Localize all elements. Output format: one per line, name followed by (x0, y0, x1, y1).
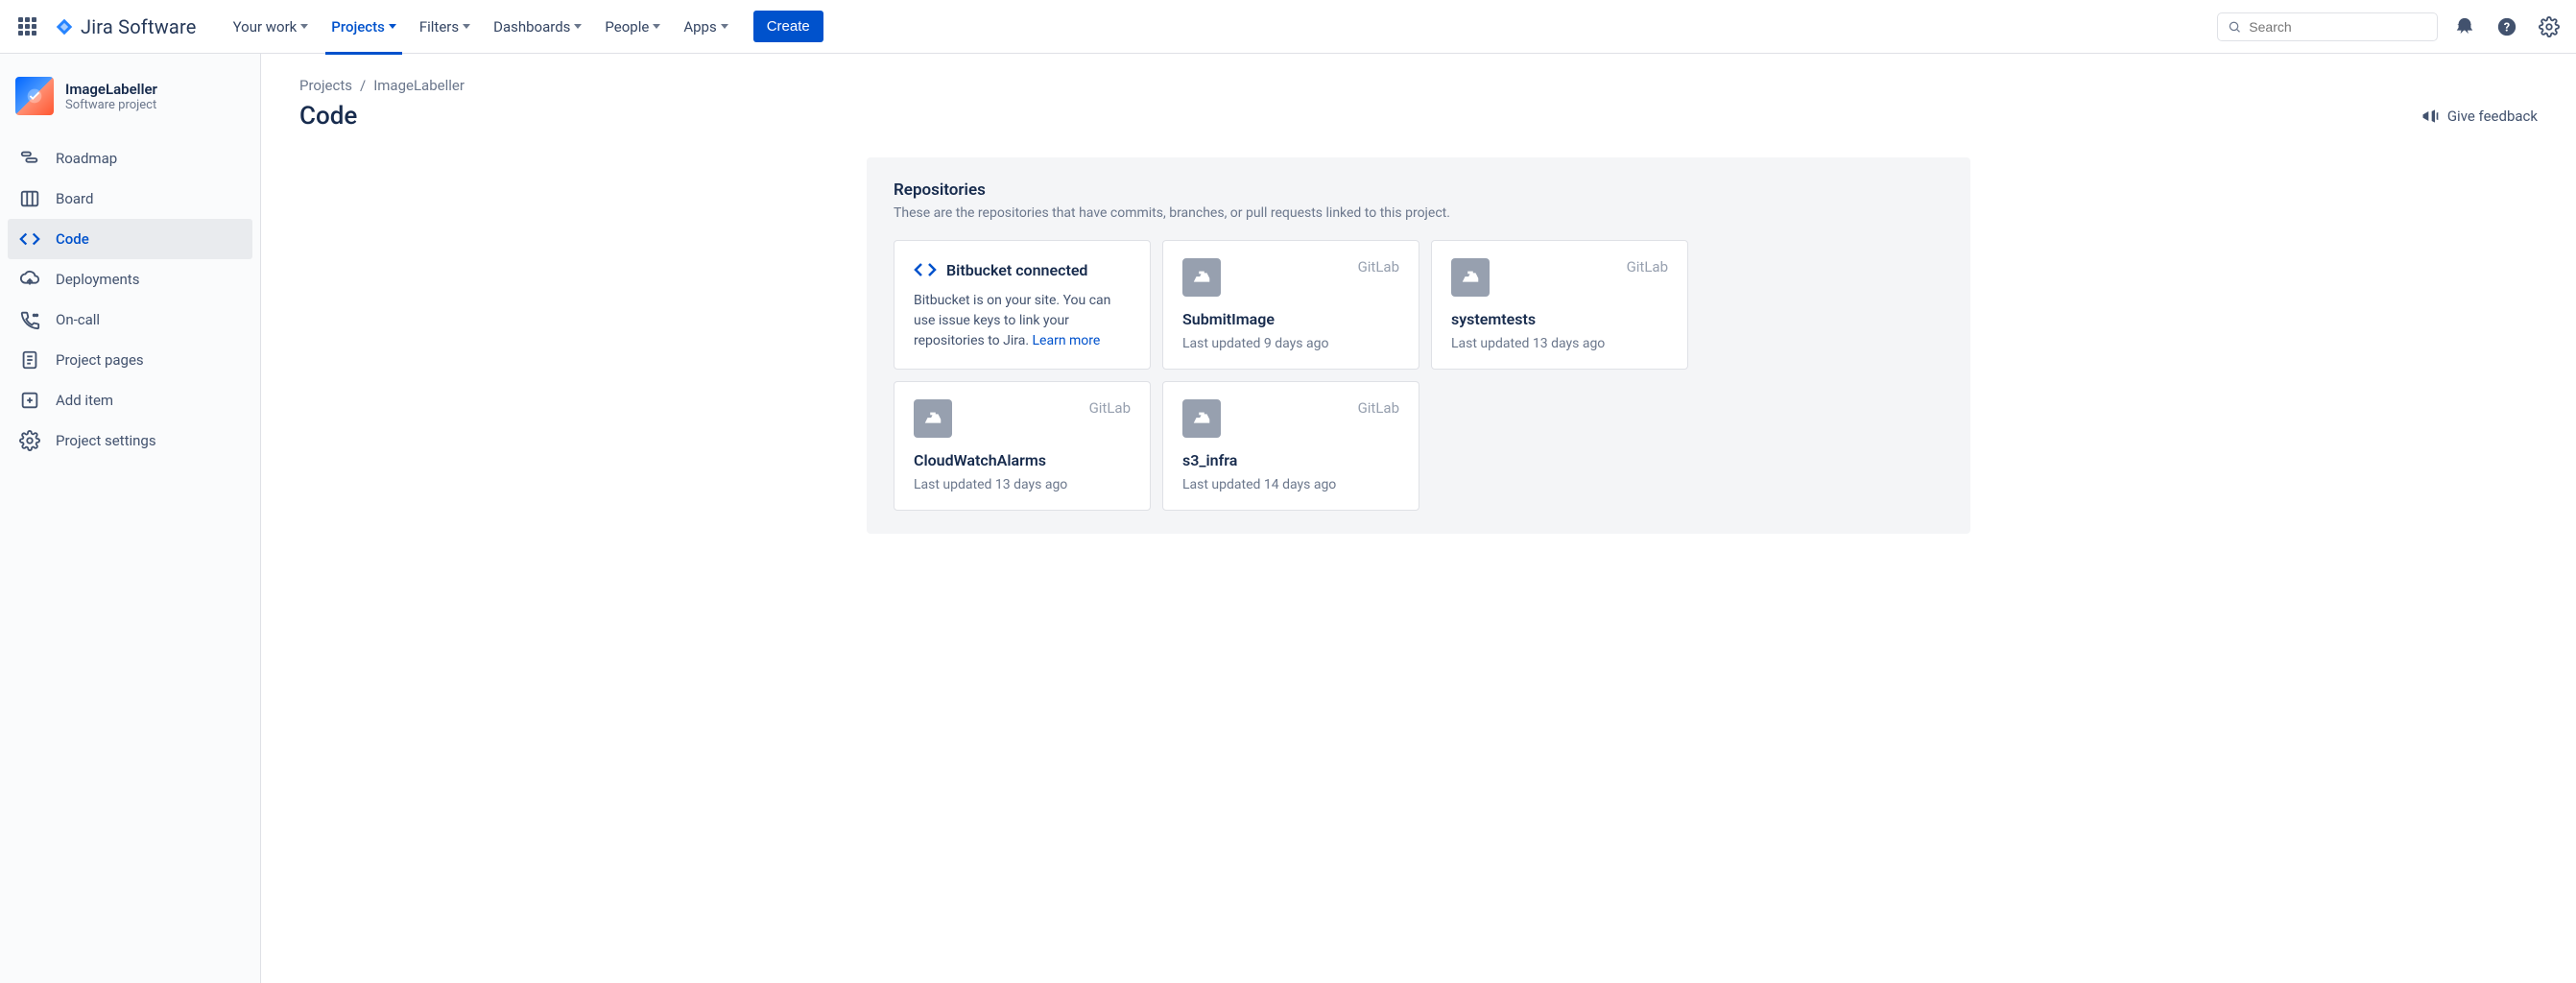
repo-updated: Last updated 9 days ago (1182, 336, 1399, 351)
repo-icon (1451, 258, 1490, 297)
megaphone-icon (2421, 107, 2440, 126)
search-icon (2228, 19, 2241, 35)
search-box[interactable] (2217, 12, 2438, 41)
chevron-down-icon (300, 24, 308, 29)
breadcrumb-project[interactable]: ImageLabeller (373, 77, 465, 94)
project-sidebar: ImageLabeller Software project Roadmap B… (0, 54, 261, 983)
pages-icon (19, 349, 40, 371)
repo-icon (1182, 399, 1221, 438)
chevron-down-icon (463, 24, 470, 29)
gear-icon (19, 430, 40, 451)
breadcrumb-root[interactable]: Projects (299, 77, 352, 94)
add-icon (19, 390, 40, 411)
chevron-down-icon (653, 24, 660, 29)
nav-filters[interactable]: Filters (410, 12, 480, 41)
primary-nav: Your work Projects Filters Dashboards Pe… (224, 11, 823, 42)
repositories-subheading: These are the repositories that have com… (894, 205, 1944, 221)
repo-provider: GitLab (1627, 258, 1668, 276)
app-switcher-icon[interactable] (12, 12, 42, 42)
repositories-heading: Repositories (894, 180, 1944, 200)
board-icon (19, 188, 40, 209)
repo-card[interactable]: GitLab SubmitImage Last updated 9 days a… (1162, 240, 1419, 370)
repo-card[interactable]: GitLab CloudWatchAlarms Last updated 13 … (894, 381, 1151, 511)
deployments-icon (19, 269, 40, 290)
chevron-down-icon (721, 24, 728, 29)
repo-name: SubmitImage (1182, 310, 1399, 328)
svg-text:?: ? (2504, 20, 2510, 35)
create-button[interactable]: Create (753, 11, 823, 42)
sidebar-item-deployments[interactable]: Deployments (8, 259, 252, 300)
jira-logo[interactable]: Jira Software (46, 15, 204, 38)
sidebar-item-code[interactable]: Code (8, 219, 252, 259)
repo-updated: Last updated 13 days ago (1451, 336, 1668, 351)
settings-icon[interactable] (2534, 12, 2564, 42)
repo-provider: GitLab (1358, 399, 1399, 417)
repo-card[interactable]: GitLab s3_infra Last updated 14 days ago (1162, 381, 1419, 511)
nav-apps[interactable]: Apps (674, 12, 737, 41)
project-name: ImageLabeller (65, 81, 157, 98)
bitbucket-connected-card: Bitbucket connected Bitbucket is on your… (894, 240, 1151, 370)
sidebar-item-roadmap[interactable]: Roadmap (8, 138, 252, 179)
product-name: Jira Software (81, 15, 197, 38)
project-header[interactable]: ImageLabeller Software project (0, 77, 260, 138)
sidebar-item-pages[interactable]: Project pages (8, 340, 252, 380)
sidebar-item-oncall[interactable]: On-call (8, 300, 252, 340)
repo-provider: GitLab (1089, 399, 1131, 417)
repo-updated: Last updated 13 days ago (914, 477, 1131, 492)
repo-icon (914, 399, 952, 438)
jira-logo-icon (54, 16, 75, 37)
repositories-panel: Repositories These are the repositories … (867, 157, 1970, 534)
repo-card[interactable]: GitLab systemtests Last updated 13 days … (1431, 240, 1688, 370)
repo-provider: GitLab (1358, 258, 1399, 276)
sidebar-item-board[interactable]: Board (8, 179, 252, 219)
search-input[interactable] (2249, 19, 2427, 35)
repo-name: s3_infra (1182, 451, 1399, 469)
sidebar-item-settings[interactable]: Project settings (8, 420, 252, 461)
repo-updated: Last updated 14 days ago (1182, 477, 1399, 492)
nav-dashboards[interactable]: Dashboards (484, 12, 591, 41)
roadmap-icon (19, 148, 40, 169)
chevron-down-icon (389, 24, 396, 29)
top-nav: Jira Software Your work Projects Filters… (0, 0, 2576, 54)
code-icon (914, 258, 937, 281)
oncall-icon (19, 309, 40, 330)
repo-name: systemtests (1451, 310, 1668, 328)
give-feedback-button[interactable]: Give feedback (2421, 107, 2538, 126)
chevron-down-icon (574, 24, 582, 29)
nav-projects[interactable]: Projects (322, 12, 406, 41)
project-type: Software project (65, 98, 157, 112)
notifications-icon[interactable] (2449, 12, 2480, 42)
nav-people[interactable]: People (595, 12, 670, 41)
project-avatar (15, 77, 54, 115)
breadcrumb: Projects / ImageLabeller (299, 77, 2538, 94)
sidebar-item-add[interactable]: Add item (8, 380, 252, 420)
learn-more-link[interactable]: Learn more (1033, 333, 1101, 348)
bitbucket-card-title: Bitbucket connected (946, 261, 1087, 279)
code-icon (19, 228, 40, 250)
repo-name: CloudWatchAlarms (914, 451, 1131, 469)
help-icon[interactable]: ? (2492, 12, 2522, 42)
nav-your-work[interactable]: Your work (224, 12, 319, 41)
page-title: Code (299, 102, 357, 131)
repo-icon (1182, 258, 1221, 297)
main-content: Projects / ImageLabeller Code Give feedb… (261, 54, 2576, 983)
